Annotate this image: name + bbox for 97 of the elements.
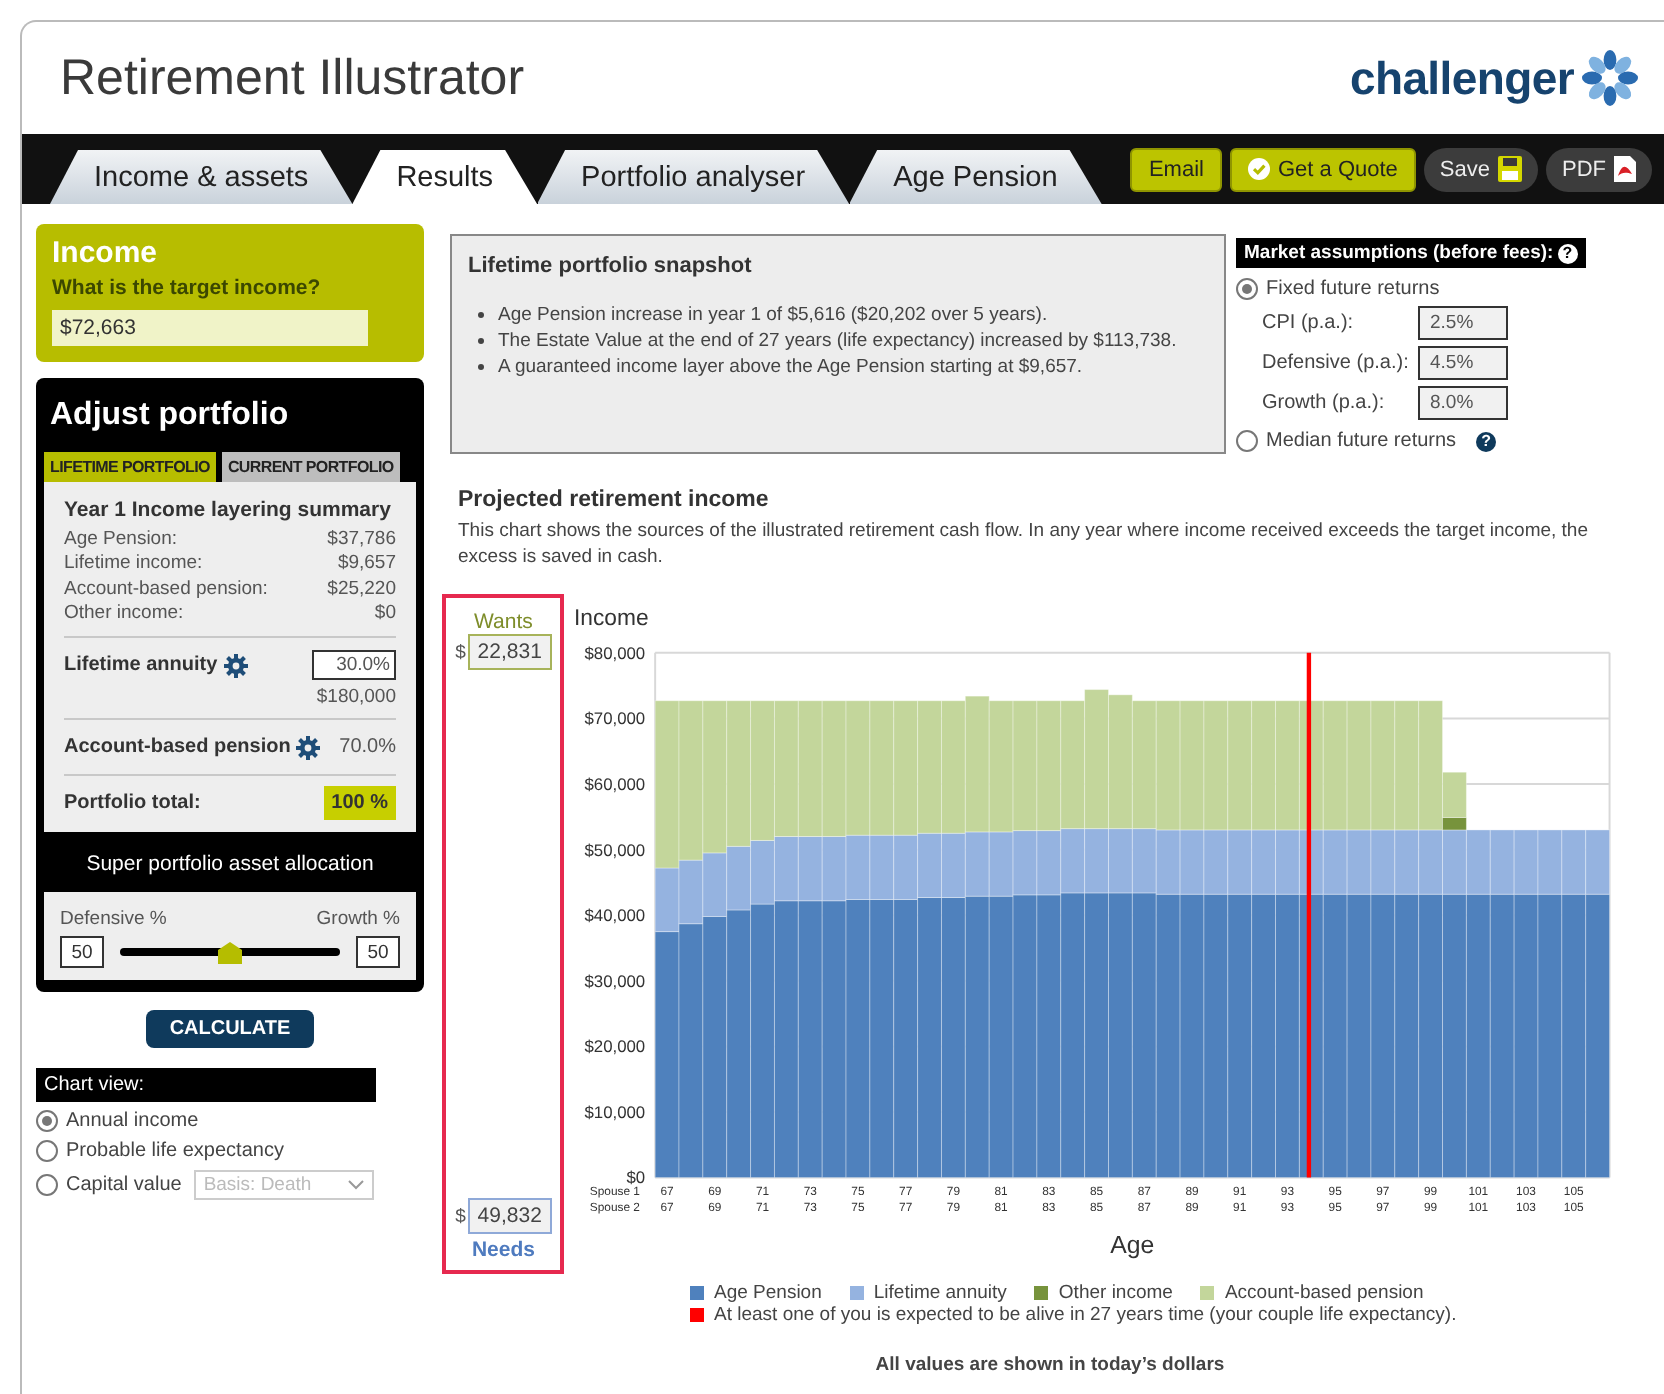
y-tick-label: $0 <box>627 1167 647 1188</box>
wants-field[interactable]: 22,831 <box>467 634 552 670</box>
summary-value: $9,657 <box>337 552 396 578</box>
pdf-button[interactable]: PDF <box>1546 147 1652 191</box>
market-assumptions-header: Market assumptions (before fees): ? <box>1236 238 1586 268</box>
legend-label: At least one of you is expected to be alive in 27 years time (your couple life expectancy). <box>714 1304 1457 1326</box>
radio-label[interactable]: Median future returns <box>1266 430 1457 452</box>
allocation-title: Super portfolio asset allocation <box>84 850 376 881</box>
app-title: Retirement Illustrator <box>60 49 525 107</box>
footer-note: All values are shown in today’s dollars <box>873 1354 1227 1376</box>
help-icon[interactable]: ? <box>1476 431 1497 451</box>
currency-sign: $ <box>455 1205 466 1227</box>
summary-label: Lifetime income: <box>64 552 203 578</box>
account-pension-label: Account-based pension <box>64 736 291 759</box>
pdf-file-icon <box>1614 156 1636 182</box>
logo-wordmark: challenger <box>1349 51 1574 105</box>
check-icon <box>1247 158 1270 180</box>
save-button[interactable]: Save <box>1423 147 1538 191</box>
quote-button[interactable]: Get a Quote <box>1229 147 1416 191</box>
y-tick-label: $70,000 <box>585 708 647 729</box>
help-icon[interactable]: ? <box>1557 243 1578 263</box>
radio-button[interactable] <box>36 1110 58 1133</box>
panel-title: Income <box>52 236 160 270</box>
y-tick-label: $20,000 <box>585 1036 647 1057</box>
nav-tab[interactable]: Portfolio analyser <box>537 150 850 204</box>
portfolio-tab[interactable]: LIFETIME PORTFOLIO <box>44 452 216 482</box>
needs-field[interactable]: 49,832 <box>467 1198 552 1234</box>
snapshot-item: A guaranteed income layer above the Age Pension starting at $9,657. <box>498 354 1083 380</box>
legend-label: Account-based pension <box>1224 1282 1424 1304</box>
portfolio-total-value: 100 % <box>323 786 396 821</box>
field-label: What is the target income? <box>52 276 323 300</box>
snapshot-item: The Estate Value at the end of 27 years (life expectancy) increased by $113,738. <box>498 328 1177 354</box>
annuity-amount: $180,000 <box>314 686 396 709</box>
defensive-label: Defensive % <box>60 908 167 931</box>
chart-view-heading: Chart view: <box>36 1068 376 1103</box>
radio-button[interactable] <box>36 1140 58 1163</box>
rate-label: Defensive (p.a.): <box>1262 352 1411 374</box>
section-heading: Projected retirement income <box>458 488 771 512</box>
rate-label: CPI (p.a.): <box>1262 312 1356 334</box>
panel-title: Adjust portfolio <box>48 396 291 436</box>
radio-label[interactable]: Probable life expectancy <box>66 1140 284 1163</box>
portfolio-total-label: Portfolio total: <box>64 792 201 815</box>
snapshot-title: Lifetime portfolio snapshot <box>468 254 754 278</box>
slider-thumb[interactable] <box>218 942 242 965</box>
y-tick-label: $30,000 <box>585 970 647 991</box>
legend-label: Other income <box>1058 1282 1173 1304</box>
chevron-down-icon <box>347 1180 364 1191</box>
annuity-percent-field[interactable]: 30.0% <box>312 650 396 681</box>
rate-field[interactable]: 2.5% <box>1418 306 1508 340</box>
calculate-button[interactable]: CALCULATE <box>145 1010 315 1049</box>
summary-title: Year 1 Income layering summary <box>64 498 393 522</box>
defensive-field[interactable]: 50 <box>60 936 104 969</box>
summary-label: Account-based pension: <box>64 577 268 602</box>
y-tick-label: $60,000 <box>585 773 647 794</box>
radio-label[interactable]: Annual income <box>66 1110 199 1133</box>
needs-label: Needs <box>471 1238 535 1262</box>
settings-icon[interactable] <box>296 735 321 760</box>
summary-value: $0 <box>374 601 396 627</box>
radio-button[interactable] <box>1236 278 1258 300</box>
currency-sign: $ <box>455 641 466 663</box>
target-income-field[interactable]: $72,663 <box>52 310 368 346</box>
flower-logo-icon <box>1580 48 1640 108</box>
radio-button[interactable] <box>36 1174 58 1197</box>
radio-label[interactable]: Fixed future returns <box>1266 278 1440 300</box>
summary-value: $25,220 <box>327 577 396 602</box>
growth-label: Growth % <box>316 908 400 931</box>
account-percent: 70.0% <box>339 736 396 759</box>
radio-label[interactable]: Capital value <box>66 1174 182 1197</box>
legend-label: Lifetime annuity <box>873 1282 1007 1304</box>
nav-tab[interactable]: Age Pension <box>849 150 1102 204</box>
email-button[interactable]: Email <box>1130 147 1222 191</box>
bullet-icon <box>478 312 484 318</box>
bullet-icon <box>478 338 484 344</box>
rate-label: Growth (p.a.): <box>1262 392 1387 414</box>
y-tick-label: $40,000 <box>585 905 647 926</box>
section-description: This chart shows the sources of the illustrated retirement cash flow. In any year where income received exceeds the target income, the excess is saved in cash. <box>458 518 1590 570</box>
x-axis-title: Age <box>1111 1230 1156 1259</box>
y-axis-title: Income <box>574 607 650 632</box>
y-tick-label: $50,000 <box>585 839 647 860</box>
summary-label: Other income: <box>64 601 184 627</box>
wants-label: Wants <box>474 610 533 634</box>
summary-value: $37,786 <box>327 528 396 553</box>
summary-label: Age Pension: <box>64 528 178 553</box>
y-tick-label: $10,000 <box>585 1101 647 1122</box>
snapshot-item: Age Pension increase in year 1 of $5,616 ($20,202 over 5 years). <box>498 302 1048 328</box>
growth-field[interactable]: 50 <box>356 936 400 969</box>
portfolio-tab[interactable]: CURRENT PORTFOLIO <box>221 452 400 482</box>
rate-field[interactable]: 4.5% <box>1418 346 1508 380</box>
bullet-icon <box>478 364 484 370</box>
y-tick-label: $80,000 <box>585 642 647 663</box>
rate-field[interactable]: 8.0% <box>1418 386 1508 420</box>
settings-icon[interactable] <box>223 653 248 678</box>
nav-tab[interactable]: Income & assets <box>50 150 353 204</box>
annuity-label: Lifetime annuity <box>64 654 218 677</box>
nav-tab[interactable]: Results <box>352 150 538 204</box>
radio-button[interactable] <box>1236 430 1258 452</box>
legend-label: Age Pension <box>714 1282 822 1304</box>
